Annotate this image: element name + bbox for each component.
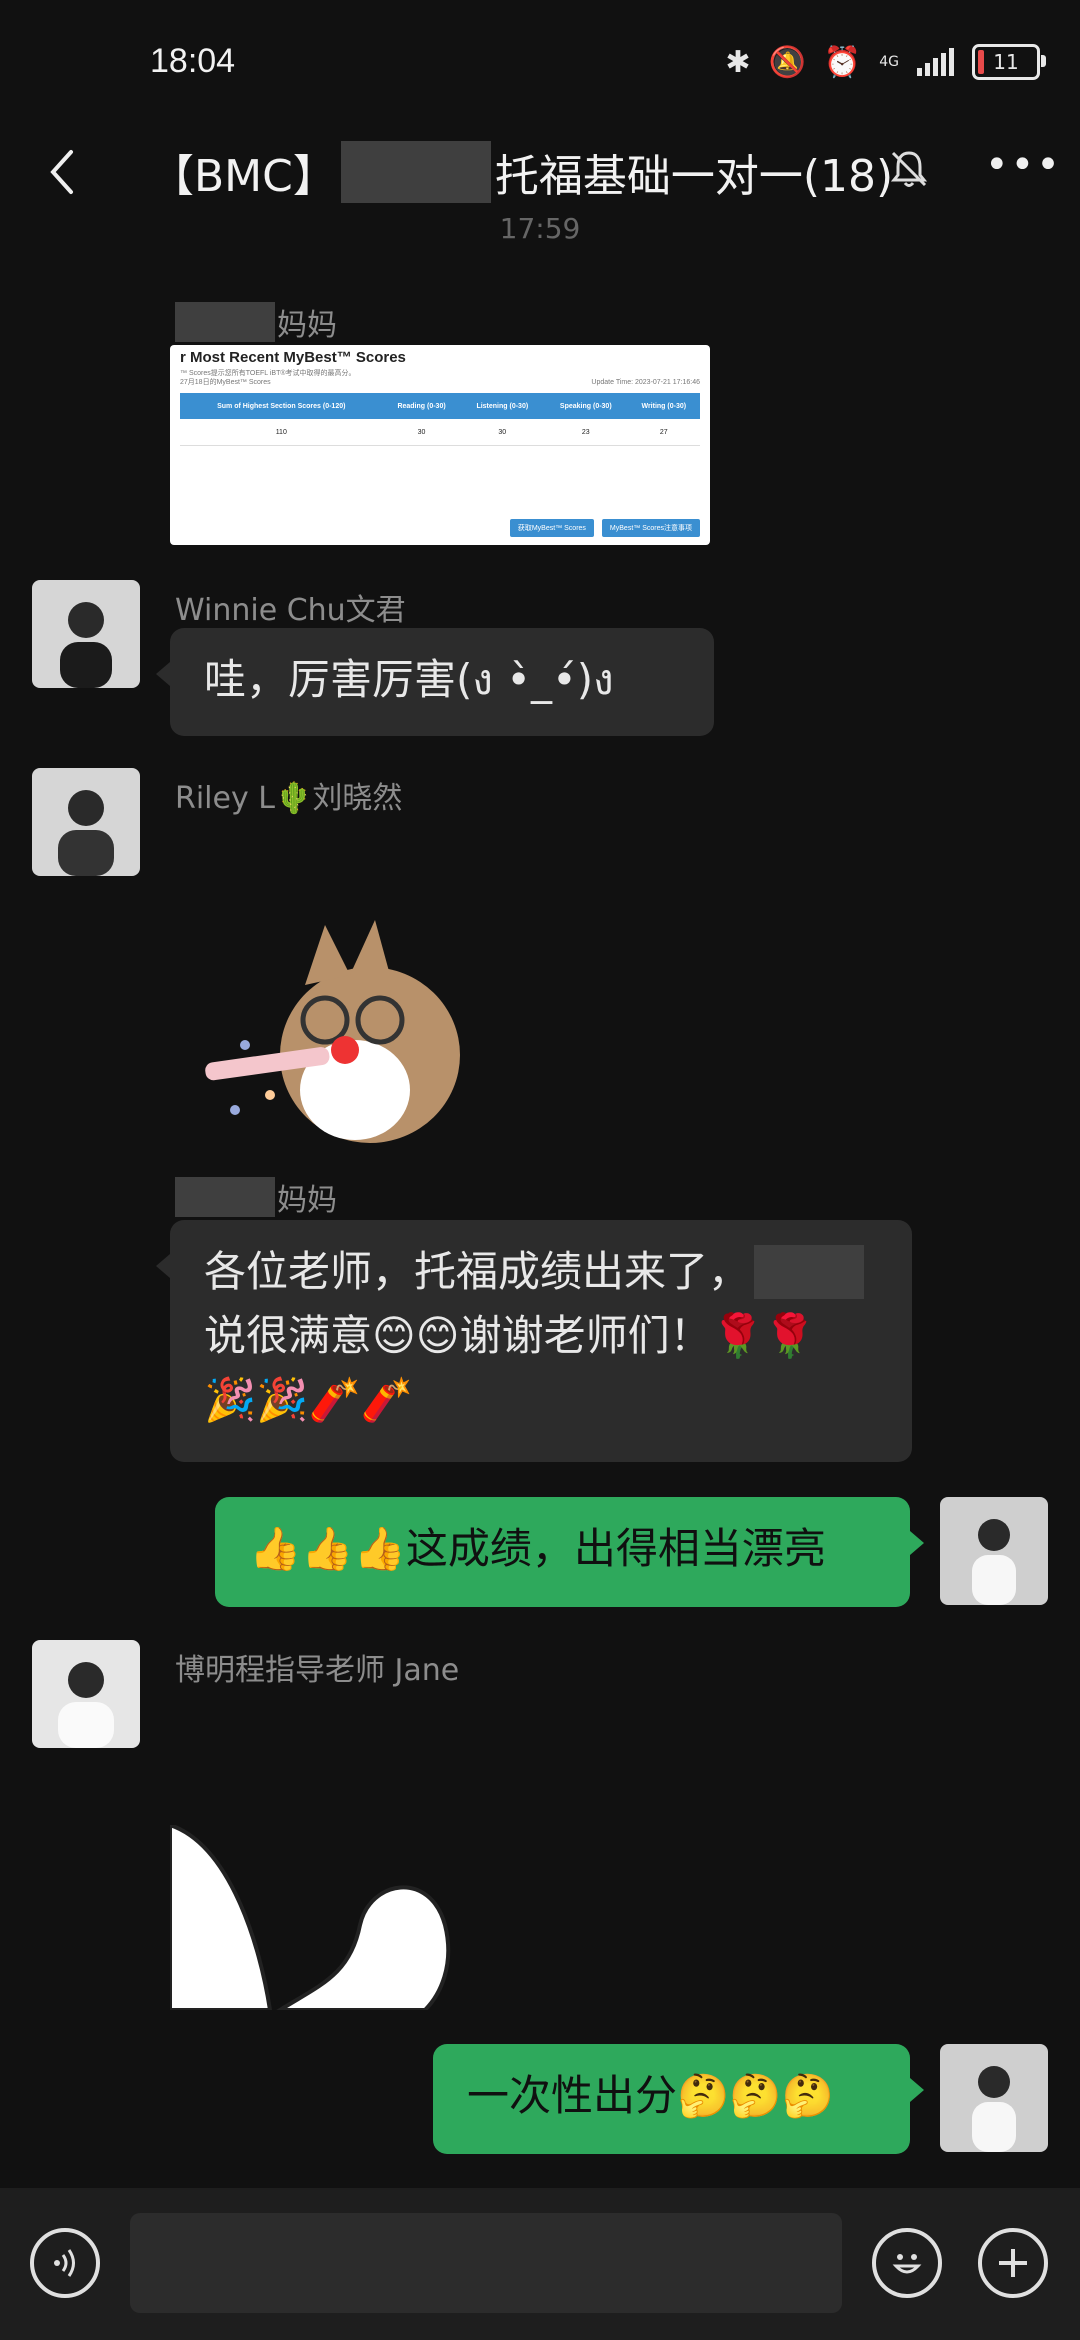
chat-title: 【BMC】 托福基础一对一(18) — [150, 140, 893, 204]
message-text: 说很满意😊😊谢谢老师们！🌹🌹 — [204, 1311, 817, 1360]
bunny-sticker-icon[interactable] — [170, 1825, 470, 2010]
card-button: MyBest™ Scores注意事项 — [601, 519, 700, 537]
network-type: 4G — [879, 53, 899, 70]
sender-name: Riley L🌵刘晓然 — [175, 781, 403, 816]
battery-icon: 11 — [972, 44, 1046, 80]
status-icons: ✱ 🔕 ⏰ 4G 11 — [725, 40, 1046, 84]
message-input[interactable] — [130, 2213, 842, 2313]
person-icon — [58, 790, 114, 876]
message-bubble-self[interactable]: 👍👍👍这成绩，出得相当漂亮 — [215, 1497, 924, 1607]
input-bar — [0, 2188, 1080, 2340]
battery-level: 11 — [993, 50, 1019, 74]
rabbit-sticker-icon[interactable] — [195, 915, 505, 1145]
mute-status-icon: 🔕 — [768, 44, 806, 80]
self-avatar[interactable] — [940, 1497, 1048, 1605]
sender-name: 妈妈 — [175, 300, 337, 344]
avatar[interactable] — [32, 580, 140, 688]
message-bubble[interactable]: 各位老师，托福成绩出来了， 说很满意😊😊谢谢老师们！🌹🌹 🎉🎉🧨🧨 — [156, 1220, 912, 1462]
redacted-name — [175, 302, 275, 342]
redacted-name — [754, 1245, 865, 1299]
person-icon — [972, 2066, 1016, 2152]
bluetooth-icon: ✱ — [725, 44, 751, 80]
self-avatar[interactable] — [940, 2044, 1048, 2152]
person-icon — [60, 602, 112, 688]
more-icon[interactable]: ••• — [985, 142, 1060, 202]
sender-name: 妈妈 — [175, 1175, 337, 1219]
back-icon[interactable] — [35, 142, 95, 202]
status-bar: 18:04 ✱ 🔕 ⏰ 4G 11 — [0, 0, 1080, 120]
chat-title-suffix: 托福基础一对一(18) — [494, 151, 894, 202]
card-heading: r Most Recent MyBest™ Scores — [180, 349, 406, 366]
plus-icon[interactable] — [978, 2228, 1048, 2298]
avatar[interactable] — [32, 768, 140, 876]
sender-name: Winnie Chu文君 — [175, 593, 406, 628]
chat-title-prefix: 【BMC】 — [150, 151, 337, 202]
message-text: 各位老师，托福成绩出来了， — [204, 1247, 751, 1296]
score-report-image[interactable]: r Most Recent MyBest™ Scores ™ Scores提示您… — [170, 345, 710, 545]
redacted-name — [175, 1177, 275, 1217]
person-icon — [58, 1662, 114, 1748]
score-table: Sum of Highest Section Scores (0-120) Re… — [180, 393, 700, 446]
redacted-name — [340, 141, 491, 203]
message-bubble-self[interactable]: 一次性出分🤔🤔🤔 — [433, 2044, 924, 2154]
message-bubble[interactable]: 哇，厉害厉害(ง •̀_•́)ง — [156, 628, 714, 736]
mute-icon — [890, 151, 928, 187]
message-text: 一次性出分🤔🤔🤔 — [467, 2071, 834, 2120]
voice-icon[interactable] — [30, 2228, 100, 2298]
message-text: 哇，厉害厉害(ง •̀_•́)ง — [204, 655, 614, 704]
person-icon — [972, 1519, 1016, 1605]
card-button: 获取MyBest™ Scores — [509, 519, 594, 537]
message-text: 👍👍👍这成绩，出得相当漂亮 — [249, 1524, 826, 1573]
message-timestamp: 17:59 — [499, 212, 581, 245]
alarm-icon: ⏰ — [823, 44, 862, 80]
sender-name: 博明程指导老师 Jane — [175, 1653, 460, 1688]
avatar[interactable] — [32, 1640, 140, 1748]
card-subtext: ™ Scores提示您所有TOEFL iBT®考试中取得的最高分。 27月18日… — [180, 370, 700, 386]
emoji-icon[interactable] — [872, 2228, 942, 2298]
status-time: 18:04 — [150, 42, 236, 80]
signal-icon — [917, 48, 954, 76]
message-text: 🎉🎉🧨🧨 — [204, 1375, 414, 1424]
